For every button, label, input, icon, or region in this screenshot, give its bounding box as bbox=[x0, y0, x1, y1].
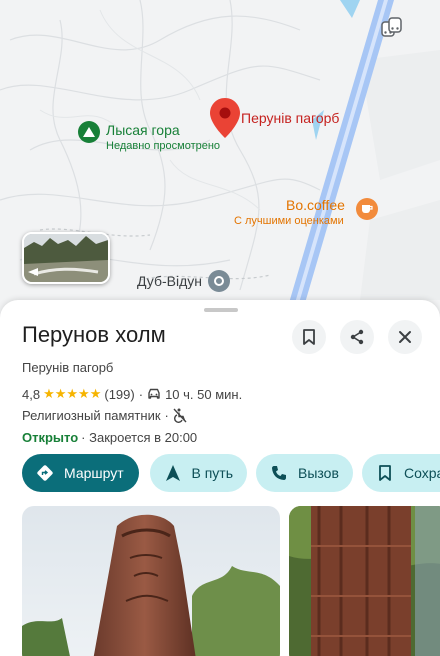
hours-row[interactable]: Открыто · Закроется в 20:00 bbox=[22, 430, 197, 445]
place-photo-main[interactable] bbox=[22, 506, 280, 656]
poi-dub-label[interactable]: Дуб-Відун bbox=[137, 273, 202, 289]
poi-lysaya-sublabel: Недавно просмотрено bbox=[106, 140, 221, 152]
save-label: Сохра bbox=[404, 465, 440, 481]
route-button[interactable]: Маршрут bbox=[22, 454, 139, 492]
call-button[interactable]: Вызов bbox=[256, 454, 353, 492]
poi-lysaya-label[interactable]: Лысая гора bbox=[106, 122, 180, 138]
park-marker-icon[interactable] bbox=[78, 121, 100, 143]
place-sheet[interactable]: Перунов холм Перунів пагорб 4,8 ★★★★★ (1… bbox=[0, 300, 440, 656]
close-icon bbox=[399, 331, 411, 343]
closing-time: · Закроется в 20:00 bbox=[81, 430, 198, 445]
car-icon bbox=[148, 388, 160, 399]
rating-stars: ★★★★★ bbox=[43, 386, 102, 401]
route-label: Маршрут bbox=[64, 465, 124, 481]
location-pin-icon[interactable] bbox=[210, 98, 240, 138]
map-view[interactable]: Лысая гора Недавно просмотрено Перунів п… bbox=[0, 0, 440, 320]
save-bookmark-button[interactable] bbox=[292, 320, 326, 354]
street-view-thumbnail[interactable] bbox=[22, 232, 110, 284]
separator: · bbox=[138, 386, 144, 402]
place-subtitle: Перунів пагорб bbox=[22, 360, 114, 375]
drag-handle[interactable] bbox=[204, 308, 238, 312]
call-label: Вызов bbox=[298, 465, 339, 481]
action-chips: Маршрут В путь Вызов Сохра bbox=[22, 454, 440, 494]
place-category: Религиозный памятник bbox=[22, 408, 161, 423]
transit-icon[interactable] bbox=[380, 16, 402, 40]
phone-icon bbox=[270, 464, 288, 482]
place-photo-second[interactable] bbox=[289, 506, 440, 656]
open-status: Открыто bbox=[22, 430, 79, 445]
share-button[interactable] bbox=[340, 320, 374, 354]
poi-coffee-sublabel: С лучшими оценками bbox=[234, 215, 344, 227]
share-icon bbox=[350, 329, 364, 345]
rating-value: 4,8 bbox=[22, 386, 41, 402]
not-wheelchair-accessible-icon bbox=[173, 408, 187, 423]
bookmark-icon bbox=[376, 464, 394, 482]
category-row: Религиозный памятник · bbox=[22, 408, 187, 423]
separator: · bbox=[164, 408, 169, 423]
drive-time: 10 ч. 50 мин. bbox=[165, 386, 243, 402]
landmark-marker-icon[interactable] bbox=[208, 270, 230, 292]
pin-label[interactable]: Перунів пагорб bbox=[241, 110, 339, 126]
start-label: В путь bbox=[191, 465, 233, 481]
poi-coffee-label[interactable]: Bo.coffee bbox=[286, 197, 345, 213]
review-count: (199) bbox=[104, 386, 135, 402]
bookmark-icon bbox=[303, 329, 315, 345]
save-button[interactable]: Сохра bbox=[362, 454, 440, 492]
rating-row[interactable]: 4,8 ★★★★★ (199) · 10 ч. 50 мин. bbox=[22, 386, 242, 402]
directions-icon bbox=[36, 464, 54, 482]
start-button[interactable]: В путь bbox=[150, 454, 247, 492]
navigation-arrow-icon bbox=[164, 464, 181, 482]
place-title: Перунов холм bbox=[22, 322, 166, 347]
coffee-marker-icon[interactable] bbox=[356, 198, 378, 220]
close-button[interactable] bbox=[388, 320, 422, 354]
